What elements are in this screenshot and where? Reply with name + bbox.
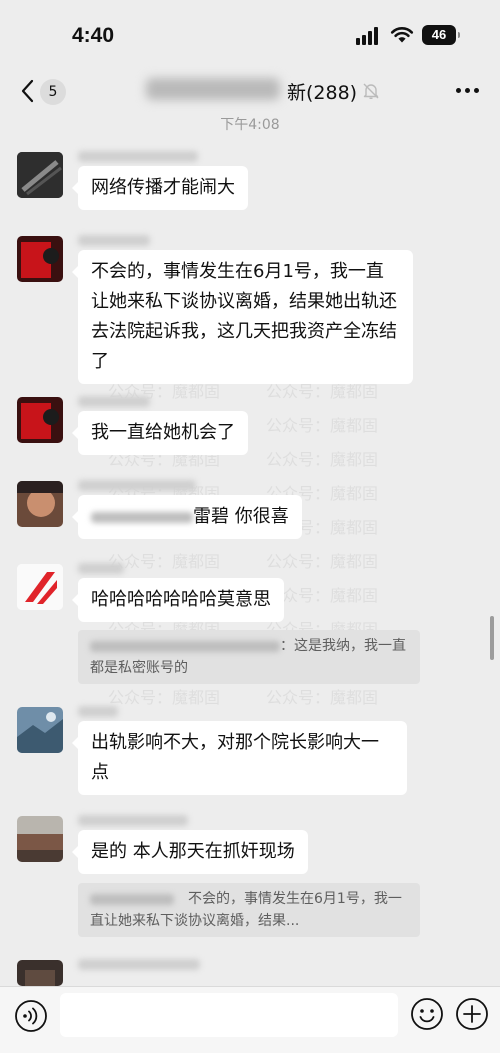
quoted-sender-redacted <box>90 893 174 905</box>
avatar[interactable] <box>17 960 63 986</box>
avatar[interactable] <box>17 397 63 443</box>
sender-name-redacted <box>78 815 188 826</box>
group-name-redacted <box>146 78 280 100</box>
message-bubble[interactable]: 出轨影响不大，对那个院长影响大一点 <box>72 721 407 795</box>
message-bubble[interactable]: 网络传播才能闹大 <box>72 166 248 210</box>
status-bar: 4:40 46 <box>0 0 500 70</box>
mute-icon <box>363 83 379 99</box>
avatar[interactable] <box>17 564 63 610</box>
sender-name-redacted <box>78 396 150 407</box>
message-input[interactable] <box>60 993 398 1037</box>
watermark: 公众号：魔都固 <box>266 416 379 435</box>
watermark: 公众号：魔都固 <box>266 450 379 469</box>
sender-name-redacted <box>78 480 196 491</box>
message-timestamp: 下午4:08 <box>220 117 280 133</box>
message-bubble[interactable]: 我一直给她机会了 <box>72 411 248 455</box>
status-time: 4:40 <box>72 24 115 47</box>
message-text: 雷碧 你很喜 <box>193 506 289 527</box>
unread-count-badge[interactable]: 5 <box>40 79 66 105</box>
avatar[interactable] <box>17 152 63 198</box>
input-bar <box>0 986 500 1053</box>
avatar-image <box>17 564 63 610</box>
message-list[interactable]: 下午4:08 公众号：魔都固 公众号：魔都固 公众号：魔都固 公众号：魔都固 公… <box>0 114 500 986</box>
signal-icon <box>356 27 382 45</box>
more-icon[interactable] <box>456 88 480 94</box>
avatar[interactable] <box>17 707 63 753</box>
watermark: 公众号：魔都固 <box>108 688 221 707</box>
battery-icon: 46 <box>422 25 460 45</box>
sender-name-redacted <box>78 151 198 162</box>
avatar-image <box>17 481 63 527</box>
avatar-image <box>17 152 63 198</box>
wifi-icon <box>390 27 414 43</box>
quoted-reply[interactable]: ：这是我纳，我一直都是私密账号的 <box>78 630 420 684</box>
sender-name-redacted <box>78 235 150 246</box>
sender-name-redacted <box>78 959 200 970</box>
avatar[interactable] <box>17 481 63 527</box>
mention-redacted <box>91 511 193 523</box>
avatar-image <box>17 816 63 862</box>
avatar-image <box>17 397 63 443</box>
sender-name-redacted <box>78 706 118 717</box>
sender-name-redacted <box>78 563 124 574</box>
quoted-reply[interactable]: 不会的，事情发生在6月1号，我一直让她来私下谈协议离婚，结果... <box>78 883 420 937</box>
group-title: 新(288) <box>287 82 358 104</box>
avatar-image <box>17 960 63 986</box>
watermark: 公众号：魔都固 <box>266 552 379 571</box>
avatar[interactable] <box>17 236 63 282</box>
chat-header: 5 新(288) <box>0 70 500 114</box>
avatar[interactable] <box>17 816 63 862</box>
emoji-icon[interactable] <box>410 997 444 1031</box>
message-bubble[interactable]: 是的 本人那天在抓奸现场 <box>72 830 308 874</box>
message-bubble[interactable]: 雷碧 你很喜 <box>72 495 302 539</box>
watermark: 公众号：魔都固 <box>108 552 221 571</box>
message-bubble[interactable]: 不会的，事情发生在6月1号，我一直让她来私下谈协议离婚，结果她出轨还去法院起诉我… <box>72 250 413 384</box>
watermark: 公众号：魔都固 <box>266 688 379 707</box>
voice-icon[interactable] <box>14 999 48 1033</box>
scrollbar-thumb[interactable] <box>490 616 494 660</box>
message-bubble[interactable]: 哈哈哈哈哈哈哈莫意思 <box>72 578 284 622</box>
avatar-image <box>17 707 63 753</box>
plus-icon[interactable] <box>455 997 489 1031</box>
quoted-sender-redacted <box>90 640 280 652</box>
back-icon[interactable] <box>18 78 38 104</box>
avatar-image <box>17 236 63 282</box>
